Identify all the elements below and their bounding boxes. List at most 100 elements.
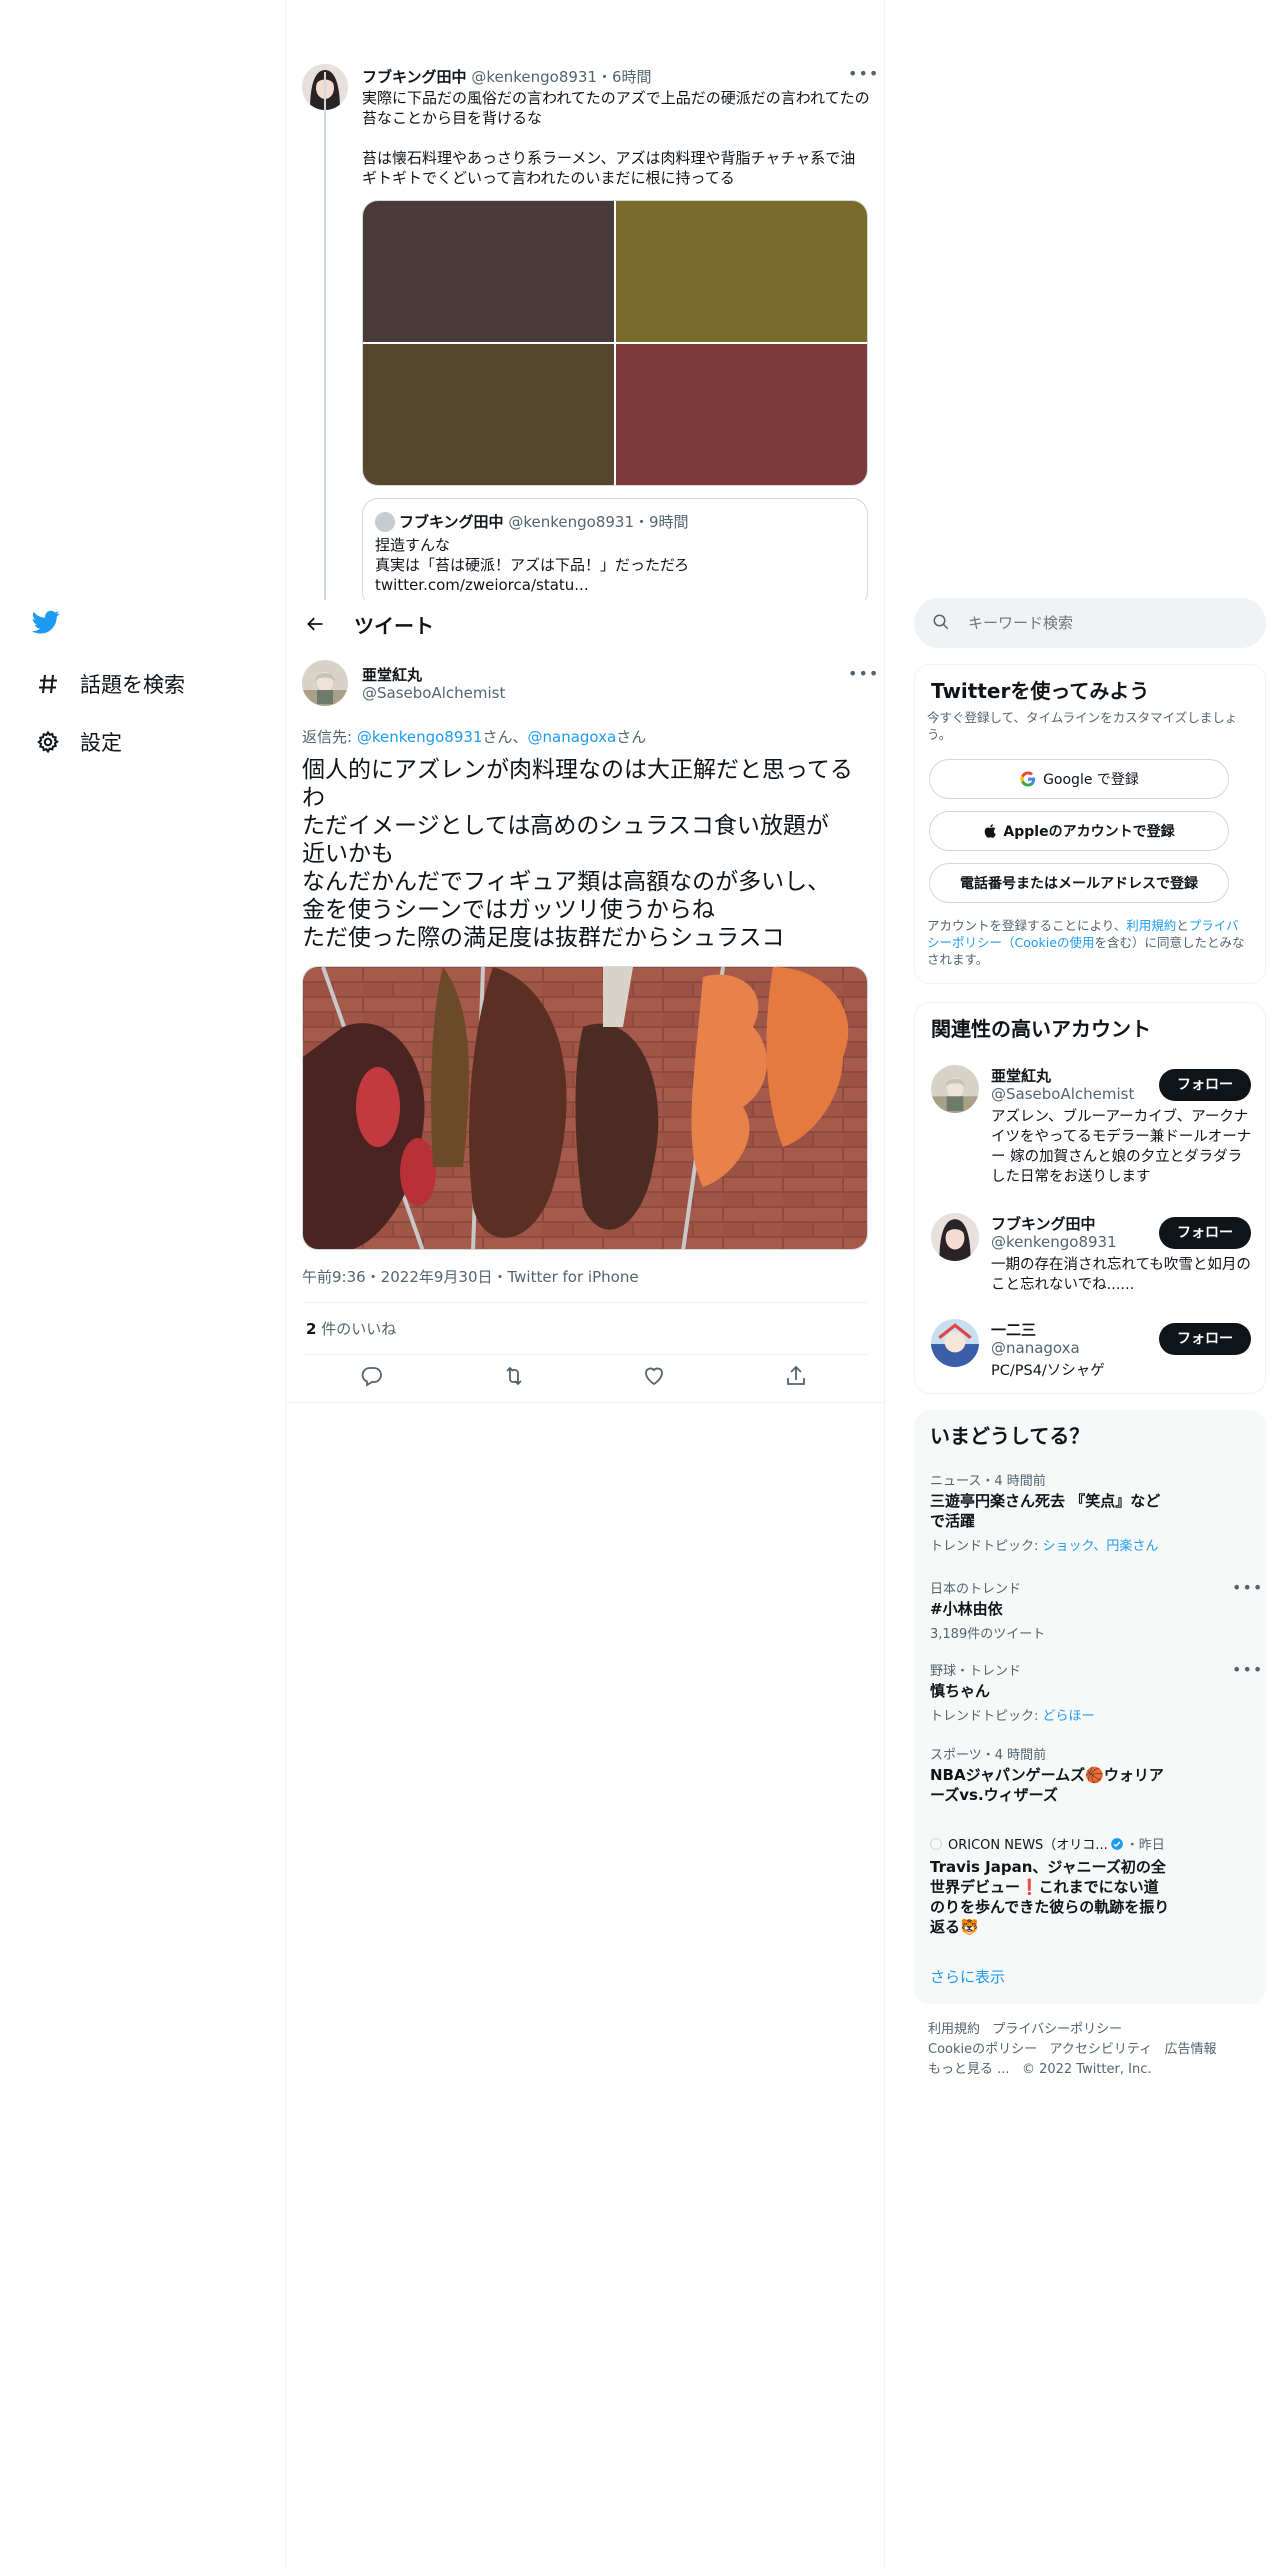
nav-explore-label: 話題を検索: [80, 673, 185, 697]
search-bar[interactable]: [914, 598, 1266, 648]
trend-topics-label: トレンドトピック:: [930, 1539, 1043, 1554]
account-name: 一二三: [991, 1321, 1037, 1339]
tweet-image[interactable]: [363, 201, 614, 342]
avatar[interactable]: [931, 1065, 979, 1113]
avatar[interactable]: [302, 660, 348, 706]
like-icon[interactable]: [642, 1364, 666, 1388]
trend-meta: 野球・トレンド: [930, 1664, 1022, 1679]
reply-prefix: 返信先:: [302, 728, 357, 746]
trend-item[interactable]: スポーツ・4 時間前 NBAジャパンゲームズ🏀ウォリアーズvs.ウィザーズ: [930, 1744, 1260, 1805]
quoted-text: 捏造すんな: [375, 536, 451, 554]
trend-meta: 日本のトレンド: [930, 1582, 1022, 1597]
footer-link[interactable]: 広告情報: [1165, 2042, 1217, 2057]
related-title: 関連性の高いアカウント: [931, 1017, 1151, 1041]
footer-link[interactable]: アクセシビリティ: [1050, 2042, 1153, 2057]
tweet-time[interactable]: ・6時間: [597, 68, 652, 86]
more-options-icon[interactable]: •••: [848, 64, 879, 83]
footer-link[interactable]: もっと見る ...: [928, 2062, 1010, 2077]
tweet-line: 近いかも: [302, 841, 394, 867]
more-options-icon[interactable]: •••: [848, 664, 879, 683]
account-name: 亜堂紅丸: [991, 1067, 1052, 1085]
quoted-tweet[interactable]: フブキング田中 @kenkengo8931 ・9時間 捏造すんな 真実は「苔は硬派…: [362, 498, 868, 608]
author-name[interactable]: フブキング田中: [362, 68, 467, 86]
avatar[interactable]: [931, 1213, 979, 1261]
gear-icon: [30, 724, 66, 760]
google-signup-label: Google で登録: [1043, 772, 1139, 788]
likes-summary[interactable]: 2 件のいいね: [306, 1318, 396, 1339]
tweet-image[interactable]: [616, 344, 867, 485]
author-handle[interactable]: @kenkengo8931: [471, 68, 597, 86]
trend-item[interactable]: 野球・トレンド 慎ちゃん トレンドトピック: どらほー: [930, 1660, 1260, 1724]
reply-mention[interactable]: @nanagoxa: [528, 728, 617, 746]
footer-link[interactable]: Cookieのポリシー: [928, 2042, 1037, 2057]
back-arrow-icon[interactable]: [300, 609, 330, 639]
trend-name: 慎ちゃん: [930, 1682, 991, 1700]
more-options-icon[interactable]: •••: [1232, 1578, 1263, 1597]
news-source-avatar: [930, 1837, 942, 1850]
account-handle: @kenkengo8931: [991, 1233, 1117, 1251]
avatar[interactable]: [931, 1319, 979, 1367]
tweet-text: 個人的にアズレンが肉料理なのは大正解だと思ってる わ ただイメージとしては高めの…: [302, 756, 872, 952]
trend-name: Travis Japan、ジャニーズ初の全世界デビュー❗これまでにない道のりを歩…: [930, 1858, 1170, 1936]
nav-settings[interactable]: 設定: [30, 722, 122, 762]
phone-signup-button[interactable]: 電話番号またはメールアドレスで登録: [929, 863, 1229, 903]
trend-item[interactable]: ニュース・4 時間前 三遊亭円楽さん死去 『笑点』などで活躍 トレンドトピック:…: [930, 1470, 1260, 1554]
signup-card: Twitterを使ってみよう 今すぐ登録して、タイムラインをカスタマイズしましょ…: [914, 664, 1266, 984]
related-account[interactable]: 亜堂紅丸 @SaseboAlchemist フォロー アズレン、ブルーアーカイブ…: [915, 1059, 1265, 1191]
more-options-icon[interactable]: •••: [1232, 1660, 1263, 1679]
tweet-timestamp[interactable]: 午前9:36・2022年9月30日・Twitter for iPhone: [302, 1266, 639, 1287]
account-name: フブキング田中: [991, 1215, 1096, 1233]
quoted-author-name: フブキング田中: [399, 513, 504, 531]
cookie-link[interactable]: （Cookieの使用: [1002, 935, 1094, 950]
nav-explore[interactable]: 話題を検索: [30, 664, 185, 704]
tweet-image[interactable]: [363, 344, 614, 485]
trend-name: 三遊亭円楽さん死去 『笑点』などで活躍: [930, 1492, 1161, 1530]
trend-topics: トレンドトピック: ショック、円楽さん: [930, 1535, 1260, 1554]
left-column-divider: [285, 0, 286, 2568]
legal-text: アカウントを登録することにより、利用規約とプライバシーポリシー（Cookieの使…: [927, 917, 1249, 968]
show-more-link[interactable]: さらに表示: [930, 1966, 1005, 1987]
tweet-line: 個人的にアズレンが肉料理なのは大正解だと思ってる: [302, 757, 853, 783]
tweet-image[interactable]: [616, 201, 867, 342]
follow-button[interactable]: フォロー: [1159, 1069, 1251, 1101]
related-account[interactable]: フブキング田中 @kenkengo8931 フォロー 一期の存在消され忘れても吹…: [915, 1207, 1265, 1307]
quoted-link[interactable]: twitter.com/zweiorca/statu...: [375, 575, 689, 595]
account-handle: @SaseboAlchemist: [991, 1085, 1135, 1103]
follow-button[interactable]: フォロー: [1159, 1323, 1251, 1355]
legal-text-part: と: [1176, 918, 1189, 933]
quoted-author-handle: @kenkengo8931: [508, 512, 634, 531]
trend-topics-links[interactable]: ショック、円楽さん: [1043, 1539, 1159, 1554]
related-account[interactable]: 一二三 @nanagoxa フォロー PC/PS4/ソシャゲ: [915, 1315, 1265, 1385]
reply-mention[interactable]: @kenkengo8931: [357, 728, 483, 746]
tweet-image-grid[interactable]: [362, 200, 868, 486]
phone-signup-label: 電話番号またはメールアドレスで登録: [960, 876, 1198, 892]
hashtag-icon: [30, 666, 66, 702]
footer-link[interactable]: プライバシーポリシー: [992, 2022, 1122, 2037]
google-icon: [1019, 770, 1037, 788]
author-handle[interactable]: @SaseboAlchemist: [362, 684, 505, 702]
quoted-text: 真実は「苔は硬派！アズは下品！」だっただろ: [375, 556, 690, 574]
verified-badge-icon: [1110, 1837, 1124, 1851]
tweet-photo[interactable]: [302, 966, 868, 1250]
likes-count: 2: [306, 1320, 317, 1338]
search-input[interactable]: [968, 614, 1228, 632]
apple-signup-button[interactable]: Appleのアカウントで登録: [929, 811, 1229, 851]
account-handle: @nanagoxa: [991, 1339, 1080, 1357]
terms-link[interactable]: 利用規約: [1126, 918, 1176, 933]
share-icon[interactable]: [784, 1364, 808, 1388]
follow-button[interactable]: フォロー: [1159, 1217, 1251, 1249]
google-signup-button[interactable]: Google で登録: [929, 759, 1229, 799]
trend-item[interactable]: ORICON NEWS（オリコ... ・昨日 Travis Japan、ジャニー…: [930, 1834, 1260, 1937]
trend-topics-links[interactable]: どらほー: [1043, 1709, 1095, 1724]
footer-link[interactable]: 利用規約: [928, 2022, 980, 2037]
twitter-bird-icon[interactable]: [30, 608, 70, 642]
divider: [302, 1302, 868, 1303]
author-name[interactable]: 亜堂紅丸: [362, 664, 422, 685]
tweet-line: ただ使った際の満足度は抜群だからシュラスコ: [302, 925, 785, 951]
likes-label: 件のいいね: [316, 1320, 397, 1338]
reply-icon[interactable]: [360, 1364, 384, 1388]
trend-meta: ニュース・4 時間前: [930, 1474, 1046, 1489]
trend-item[interactable]: 日本のトレンド #小林由依 3,189件のツイート: [930, 1578, 1260, 1642]
retweet-icon[interactable]: [502, 1364, 526, 1388]
divider: [302, 1354, 868, 1355]
